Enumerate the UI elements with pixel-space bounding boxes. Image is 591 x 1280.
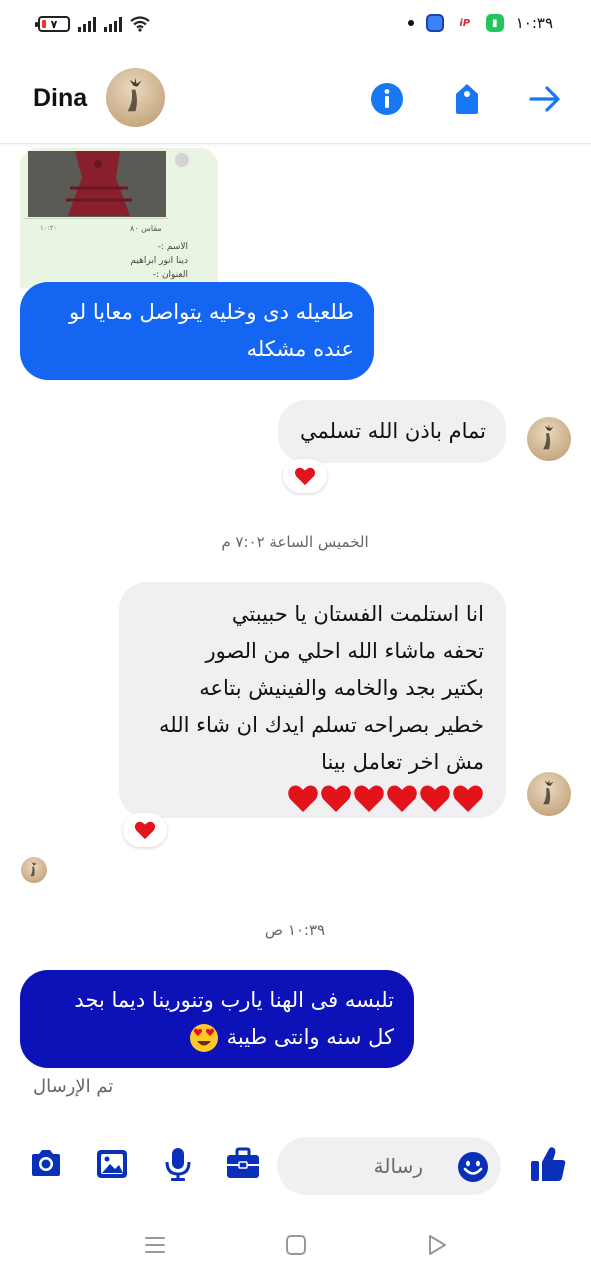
received-message[interactable]: تمام باذن الله تسلمي — [278, 400, 506, 463]
info-icon[interactable] — [370, 82, 404, 116]
battery-charging-icon: ▮ — [485, 14, 504, 32]
thumbs-up-icon[interactable] — [529, 1145, 567, 1183]
message-text: تمام باذن الله تسلمي — [299, 419, 486, 443]
sent-status: تم الإرسال — [33, 1076, 114, 1097]
back-icon[interactable] — [424, 1232, 450, 1258]
chat-header: Dina — [0, 52, 591, 144]
home-icon[interactable] — [283, 1232, 309, 1258]
heart-eyes-emoji-icon — [189, 1024, 218, 1052]
message-line: تحفه ماشاء الله احلي من الصور — [205, 639, 484, 663]
forward-arrow-icon[interactable] — [528, 82, 562, 116]
message-timestamp: ١٠:٣٩ ص — [264, 921, 326, 939]
attachment-line: الاسم :- — [157, 242, 188, 252]
seen-avatar — [21, 857, 47, 883]
tag-icon[interactable] — [450, 82, 484, 116]
status-bar: ٧ iP ▮ ١٠:٣٩ — [0, 0, 591, 52]
heart-reaction[interactable] — [283, 459, 327, 493]
message-input[interactable] — [303, 1137, 423, 1195]
image-icon[interactable] — [94, 1146, 130, 1182]
message-line: خطير بصراحه تسلم ايدك ان شاء الله — [159, 713, 484, 737]
sent-message[interactable]: تلبسه فى الهنا يارب وتنورينا ديما بجد كل… — [20, 970, 414, 1068]
attachment-size-text: مقاس ٨٠ — [130, 224, 162, 233]
message-line: مش اخر تعامل بينا — [321, 750, 484, 774]
sent-message[interactable]: طلعيله دى وخليه يتواصل معايا لو عنده مشك… — [20, 282, 374, 380]
attachment-text: الاسم :- دينا انور ابراهيم العنوان :- — [130, 240, 188, 282]
message-line: انا استلمت الفستان يا حبيبتي — [231, 602, 484, 626]
message-line: طلعيله دى وخليه يتواصل معايا لو — [68, 300, 354, 324]
message-line: بكتير بجد والخامه والفينيش بتاعه — [199, 676, 484, 700]
attachment-line: العنوان :- — [152, 270, 188, 280]
system-nav-bar — [0, 1210, 591, 1280]
briefcase-icon[interactable] — [225, 1146, 261, 1182]
signal-icon — [78, 16, 96, 32]
battery-level: ٧ — [50, 17, 58, 31]
clock: ١٠:٣٩ — [515, 14, 553, 32]
shared-image-attachment[interactable]: مقاس ٨٠ ١٠:٢٠ الاسم :- دينا انور ابراهيم… — [20, 148, 218, 288]
notification-dot — [407, 20, 414, 26]
message-line-with-emoji: كل سنه وانتى طيبة — [40, 1019, 394, 1056]
emoji-icon[interactable] — [457, 1151, 489, 1183]
battery-icon: ٧ — [35, 16, 70, 32]
screenshot-thumbnail — [20, 148, 218, 288]
message-line: تلبسه فى الهنا يارب وتنورينا ديما بجد — [74, 988, 394, 1012]
received-message[interactable]: انا استلمت الفستان يا حبيبتي تحفه ماشاء … — [119, 582, 506, 818]
ip-app-icon: iP — [455, 14, 474, 32]
contact-avatar[interactable] — [106, 68, 165, 127]
recent-apps-icon[interactable] — [142, 1232, 168, 1258]
heart-icon — [294, 467, 316, 486]
sender-avatar[interactable] — [527, 417, 571, 461]
message-line: كل سنه وانتى طيبة — [226, 1025, 394, 1049]
message-input-container[interactable] — [277, 1137, 501, 1195]
sender-avatar[interactable] — [527, 772, 571, 816]
camera-icon[interactable] — [28, 1146, 64, 1182]
signal-icon-2 — [104, 16, 122, 32]
contact-name[interactable]: Dina — [33, 84, 87, 113]
attachment-time: ١٠:٢٠ — [40, 224, 58, 232]
mic-icon[interactable] — [160, 1146, 196, 1182]
message-timestamp: الخميس الساعة ٧:٠٢ م — [221, 533, 369, 551]
attachment-line: دينا انور ابراهيم — [130, 256, 188, 266]
app-notification-icon — [425, 14, 444, 32]
heart-emoji-row — [141, 781, 484, 827]
wifi-icon — [130, 16, 150, 32]
heart-icon — [134, 821, 156, 840]
heart-reaction[interactable] — [123, 813, 167, 847]
message-line: عنده مشكله — [246, 337, 354, 361]
heart-emoji-icons — [288, 785, 483, 812]
